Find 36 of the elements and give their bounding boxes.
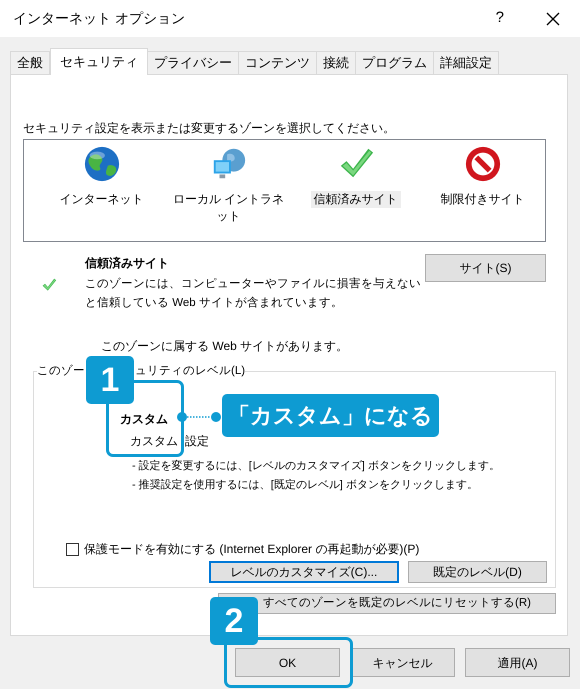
prohibited-icon <box>464 145 502 183</box>
level-button[interactable]: 既定のレベル(D) <box>408 561 547 583</box>
level-name: カスタム <box>120 411 168 428</box>
zone-item[interactable]: 信頼済みサイト <box>310 191 400 208</box>
level-description: 設定 <box>185 433 209 450</box>
zone-description: このゾーンには、コンピューターやファイルに損害を与えないと信頼している Web サイトが含まれています。 <box>85 276 422 311</box>
tab[interactable]: 詳細設定 <box>433 51 499 74</box>
step-badge: 2 <box>210 597 258 645</box>
dialog-button[interactable]: OK <box>235 648 340 677</box>
leader-line <box>176 411 222 423</box>
zone-title: 信頼済みサイト <box>85 255 170 272</box>
bullet-text: - 推奨設定を使用するには、[既定のレベル] ボタンをクリックします。 <box>132 478 478 493</box>
window-title: インターネット オプション <box>13 9 186 28</box>
tab[interactable]: 全般 <box>10 51 50 74</box>
checkbox-label: 保護モードを有効にする (Internet Explorer の再起動が必要)(P) <box>84 541 420 558</box>
level-button[interactable]: レベルのカスタマイズ(C)... <box>209 561 399 583</box>
close-icon <box>546 12 560 26</box>
dialog-button[interactable]: 適用(A) <box>465 648 570 677</box>
dialog-button[interactable]: キャンセル <box>350 648 455 677</box>
globe-icon <box>82 145 120 183</box>
zone-item[interactable]: 制限付きサイト <box>438 191 528 208</box>
instruction-text: セキュリティ設定を表示または変更するゾーンを選択してください。 <box>23 120 396 137</box>
checkbox[interactable] <box>66 542 79 556</box>
zone-list[interactable]: インターネット ローカル イントラネット 信頼済みサイト 制限付きサイト <box>23 139 546 242</box>
zone-item[interactable]: ローカル イントラネット <box>166 191 290 225</box>
zone-note: このゾーンに属する Web サイトがあります。 <box>101 338 350 355</box>
help-button[interactable]: ? <box>496 7 504 30</box>
group-label: このゾー <box>37 364 85 379</box>
step-badge: 1 <box>86 356 134 404</box>
group-label: ュリティのレベル(L) <box>135 364 246 379</box>
zone-item[interactable]: インターネット <box>56 191 146 208</box>
tab[interactable]: セキュリティ <box>50 48 148 75</box>
bullet-text: - 設定を変更するには、[レベルのカスタマイズ] ボタンをクリックします。 <box>132 458 500 474</box>
level-description: カスタム <box>130 433 178 450</box>
callout-label: 「カスタム」になる <box>222 394 439 437</box>
sites-button[interactable]: サイト(S) <box>425 254 546 282</box>
